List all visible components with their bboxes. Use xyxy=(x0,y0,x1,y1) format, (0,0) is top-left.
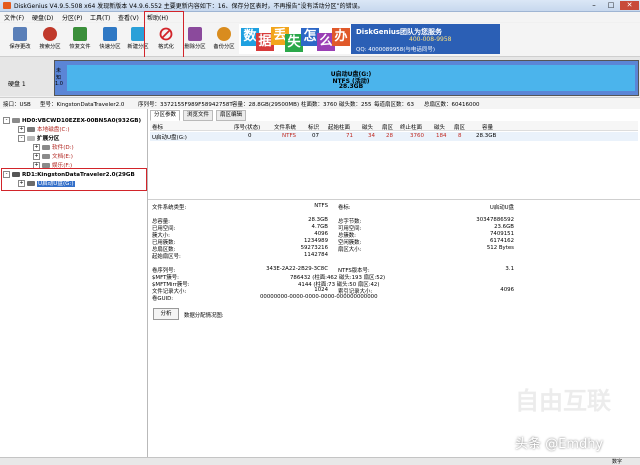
drive-icon xyxy=(42,145,50,150)
extended-partition-icon xyxy=(27,136,35,141)
save-icon xyxy=(13,27,27,41)
backup-partition-button[interactable]: 备份分区 xyxy=(210,25,238,54)
partition-bar[interactable]: 未 知 1.0 U启动U盘(G:) NTFS (活动) 28.3GB xyxy=(54,60,639,96)
partition-block-g[interactable]: U启动U盘(G:) NTFS (活动) 28.3GB xyxy=(67,65,635,91)
partition-size: 28.3GB xyxy=(338,83,364,90)
tree-item-hd0[interactable]: - HD0:VBCWD10EZEX-00BN5A0(932GB) xyxy=(3,117,141,126)
tree-item-e[interactable]: + 文档(E:) xyxy=(33,153,73,162)
backup-icon xyxy=(217,27,231,41)
help-menu-highlight xyxy=(144,11,184,59)
menu-partition[interactable]: 分区(P) xyxy=(62,13,82,22)
search-partition-button[interactable]: 搜索分区 xyxy=(36,25,64,54)
disk-map-area: 硬盘 1 未 知 1.0 U启动U盘(G:) NTFS (活动) 28.3GB xyxy=(0,57,640,96)
drive-icon xyxy=(42,154,50,159)
hard-disk-icon xyxy=(12,118,20,123)
maximize-button[interactable]: □ xyxy=(603,1,619,10)
analyze-button[interactable]: 分析 xyxy=(153,308,179,320)
window-title: DiskGenius V4.9.5.508 x64 发现新版本 V4.9.6.5… xyxy=(14,3,364,10)
table-row[interactable]: U启动U盘(G:) 0 NTFS 07 71 34 28 3760 184 8 … xyxy=(150,132,638,141)
save-changes-button[interactable]: 保存更改 xyxy=(6,25,34,54)
tree-item-extended[interactable]: - 扩展分区 xyxy=(18,135,59,144)
delete-partition-button[interactable]: 删除分区 xyxy=(181,25,209,54)
ad-contact: DiskGenius团队为您服务 400-008-9958 QQ: 400008… xyxy=(351,24,500,54)
delete-icon xyxy=(188,27,202,41)
close-button[interactable]: ✕ xyxy=(620,1,639,10)
menu-disk[interactable]: 硬盘(D) xyxy=(32,13,53,22)
rd1-highlight xyxy=(1,168,147,191)
watermark-text: 头条 @Emdhy xyxy=(515,437,604,452)
menu-bar: 文件(F) 硬盘(D) 分区(P) 工具(T) 查看(V) 帮助(H) xyxy=(0,12,640,22)
tab-sector-edit[interactable]: 扇区编辑 xyxy=(216,110,247,121)
recover-files-button[interactable]: 恢复文件 xyxy=(66,25,94,54)
menu-file[interactable]: 文件(F) xyxy=(4,13,24,22)
tree-item-c[interactable]: + 本地磁盘(C:) xyxy=(18,126,70,135)
new-partition-icon xyxy=(131,27,145,41)
tree-item-d[interactable]: + 软件(D:) xyxy=(33,144,74,153)
tab-browse-files[interactable]: 浏览文件 xyxy=(183,110,214,121)
tab-partition-params[interactable]: 分区参数 xyxy=(150,110,181,121)
quick-partition-button[interactable]: 快速分区 xyxy=(96,25,124,54)
drive-icon xyxy=(27,127,35,132)
minimize-button[interactable]: – xyxy=(586,1,602,10)
search-icon xyxy=(43,27,57,41)
app-icon xyxy=(3,2,11,9)
title-bar: DiskGenius V4.9.5.508 x64 发现新版本 V4.9.6.5… xyxy=(0,0,640,12)
quick-partition-icon xyxy=(103,27,117,41)
recover-icon xyxy=(73,27,87,41)
menu-tools[interactable]: 工具(T) xyxy=(90,13,110,22)
table-header: 卷标 序号(状态) 文件系统 标识 起始柱面 磁头 扇区 终止柱面 磁头 扇区 … xyxy=(150,121,638,131)
disk-tree: - HD0:VBCWD10EZEX-00BN5A0(932GB) + 本地磁盘(C:… xyxy=(0,109,148,457)
partition-details: 文件系统类型: NTFS 卷标: U启动U盘 总容量: 28.3GB 总字节数:… xyxy=(148,199,640,458)
watermark-logo: 自由互联 xyxy=(515,387,611,415)
menu-view[interactable]: 查看(V) xyxy=(118,13,139,22)
partition-table: 卷标 序号(状态) 文件系统 标识 起始柱面 磁头 扇区 终止柱面 磁头 扇区 … xyxy=(150,121,638,203)
disk-label: 硬盘 1 xyxy=(8,81,26,88)
ad-banner[interactable]: 数 据 丢 失 怎 么 办 DiskGenius团队为您服务 400-008-9… xyxy=(239,24,500,54)
